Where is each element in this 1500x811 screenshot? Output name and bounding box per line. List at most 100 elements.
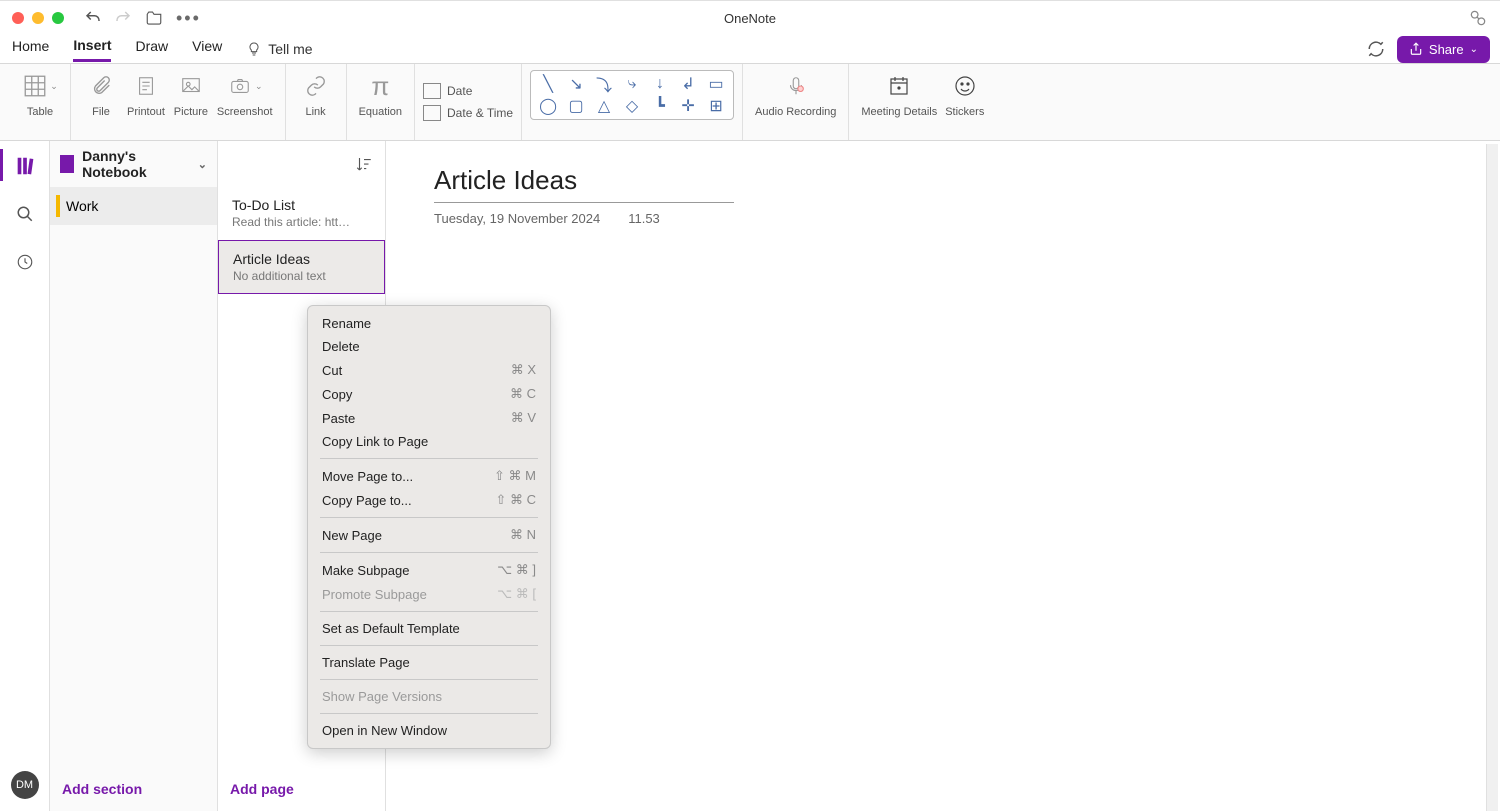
chevron-down-icon: ⌄ (198, 158, 207, 171)
lightbulb-icon (246, 41, 262, 57)
date-button[interactable]: Date (423, 83, 513, 99)
ctx-paste[interactable]: Paste⌘ V (308, 406, 550, 430)
notebook-name: Danny's Notebook (82, 148, 190, 180)
body: DM Danny's Notebook ⌄ Work Add section T… (0, 141, 1500, 811)
ctx-cut[interactable]: Cut⌘ X (308, 358, 550, 382)
page-title[interactable]: Article Ideas (434, 165, 734, 203)
table-button[interactable]: ⌄ Table (18, 70, 62, 118)
page-title-label: Article Ideas (233, 251, 370, 267)
tab-view[interactable]: View (192, 38, 222, 60)
datetime-icon (423, 105, 441, 121)
page-item-article-ideas[interactable]: Article Ideas No additional text (218, 240, 385, 294)
more-icon[interactable]: ••• (176, 8, 201, 29)
left-rail: DM (0, 141, 50, 811)
meeting-details-button[interactable]: Meeting Details (857, 70, 941, 118)
quick-access-toolbar: ••• (84, 8, 201, 29)
open-folder-icon[interactable] (144, 9, 164, 27)
sort-icon[interactable] (355, 155, 373, 173)
link-button[interactable]: Link (294, 70, 338, 118)
meeting-label: Meeting Details (861, 106, 937, 118)
ctx-open-window[interactable]: Open in New Window (308, 719, 550, 742)
section-item-work[interactable]: Work (50, 187, 217, 225)
tab-draw[interactable]: Draw (135, 38, 168, 60)
printout-button[interactable]: Printout (123, 70, 169, 118)
datetime-button[interactable]: Date & Time (423, 105, 513, 121)
ctx-default-template[interactable]: Set as Default Template (308, 617, 550, 640)
page-preview-label: No additional text (233, 269, 370, 283)
ctx-separator (320, 552, 538, 553)
ctx-separator (320, 517, 538, 518)
window-controls (12, 12, 64, 24)
stickers-button[interactable]: Stickers (941, 70, 988, 118)
printout-label: Printout (127, 106, 165, 118)
tell-me[interactable]: Tell me (246, 41, 312, 57)
ctx-separator (320, 458, 538, 459)
grid-shape-icon: ⊞ (707, 97, 725, 115)
rect-shape-icon: ▭ (707, 75, 725, 93)
equation-button[interactable]: π Equation (355, 70, 406, 118)
ribbon: ⌄ Table File Printout Picture ⌄ Screensh… (0, 63, 1500, 141)
sections-column: Danny's Notebook ⌄ Work Add section (50, 141, 218, 811)
titlebar: ••• OneNote (0, 0, 1500, 35)
share-button[interactable]: Share ⌄ (1397, 36, 1490, 63)
add-page-button[interactable]: Add page (218, 767, 385, 811)
ctx-delete[interactable]: Delete (308, 335, 550, 358)
ribbon-group-equation: π Equation (347, 64, 415, 140)
file-button[interactable]: File (79, 70, 123, 118)
vertical-scrollbar[interactable] (1486, 144, 1498, 811)
redo-icon[interactable] (114, 9, 132, 27)
ctx-move-page[interactable]: Move Page to...⇧ ⌘ M (308, 464, 550, 488)
search-icon[interactable] (12, 201, 38, 227)
ctx-copy-page[interactable]: Copy Page to...⇧ ⌘ C (308, 488, 550, 512)
ctx-rename[interactable]: Rename (308, 312, 550, 335)
ctx-make-subpage[interactable]: Make Subpage⌥ ⌘ ] (308, 558, 550, 582)
chevron-down-icon: ⌄ (1470, 44, 1478, 55)
ctx-new-page[interactable]: New Page⌘ N (308, 523, 550, 547)
arrow-shape-icon: ↘ (567, 75, 585, 93)
recent-icon[interactable] (12, 249, 38, 275)
ctx-translate[interactable]: Translate Page (308, 651, 550, 674)
calendar-icon (887, 70, 911, 102)
table-label: Table (27, 106, 53, 118)
undo-icon[interactable] (84, 9, 102, 27)
square-shape-icon: ▢ (567, 97, 585, 115)
ctx-separator (320, 645, 538, 646)
tell-me-label: Tell me (268, 41, 312, 57)
ribbon-group-files: File Printout Picture ⌄ Screenshot (71, 64, 286, 140)
tab-insert[interactable]: Insert (73, 37, 111, 62)
down-arrow-icon: ↓ (651, 75, 669, 93)
close-window-button[interactable] (12, 12, 24, 24)
share-label: Share (1429, 42, 1464, 57)
share-icon (1409, 42, 1423, 56)
tab-home[interactable]: Home (12, 38, 49, 60)
date-icon (423, 83, 441, 99)
shapes-gallery[interactable]: ╲ ↘ ⤵ ⤷ ↓ ↲ ▭ ◯ ▢ △ ◇ ┗ ✛ ⊞ (530, 70, 734, 120)
notebooks-icon[interactable] (12, 153, 38, 179)
sync-icon[interactable] (1367, 40, 1385, 58)
page-time: 11.53 (628, 211, 660, 226)
smiley-icon (953, 70, 977, 102)
user-avatar[interactable]: DM (11, 771, 39, 799)
page-date: Tuesday, 19 November 2024 (434, 211, 600, 226)
audio-recording-button[interactable]: Audio Recording (751, 70, 840, 118)
camera-icon: ⌄ (227, 70, 263, 102)
triangle-shape-icon: △ (595, 97, 613, 115)
add-section-button[interactable]: Add section (50, 767, 217, 811)
minimize-window-button[interactable] (32, 12, 44, 24)
page-canvas[interactable]: Article Ideas Tuesday, 19 November 2024 … (386, 141, 1500, 811)
line-shape-icon: ╲ (539, 75, 557, 93)
maximize-window-button[interactable] (52, 12, 64, 24)
context-menu: Rename Delete Cut⌘ X Copy⌘ C Paste⌘ V Co… (307, 305, 551, 749)
ctx-copy[interactable]: Copy⌘ C (308, 382, 550, 406)
plus-shape-icon: ✛ (679, 97, 697, 115)
ctx-copy-link[interactable]: Copy Link to Page (308, 430, 550, 453)
picture-button[interactable]: Picture (169, 70, 213, 118)
diamond-shape-icon: ◇ (623, 97, 641, 115)
notebook-selector[interactable]: Danny's Notebook ⌄ (50, 141, 217, 187)
notebook-icon (60, 155, 74, 173)
axis-shape-icon: ┗ (651, 97, 669, 115)
page-item-todo[interactable]: To-Do List Read this article: htt… (218, 187, 385, 240)
screenshot-button[interactable]: ⌄ Screenshot (213, 70, 277, 118)
mode-switch-icon[interactable] (1468, 8, 1488, 28)
pages-header (218, 141, 385, 187)
